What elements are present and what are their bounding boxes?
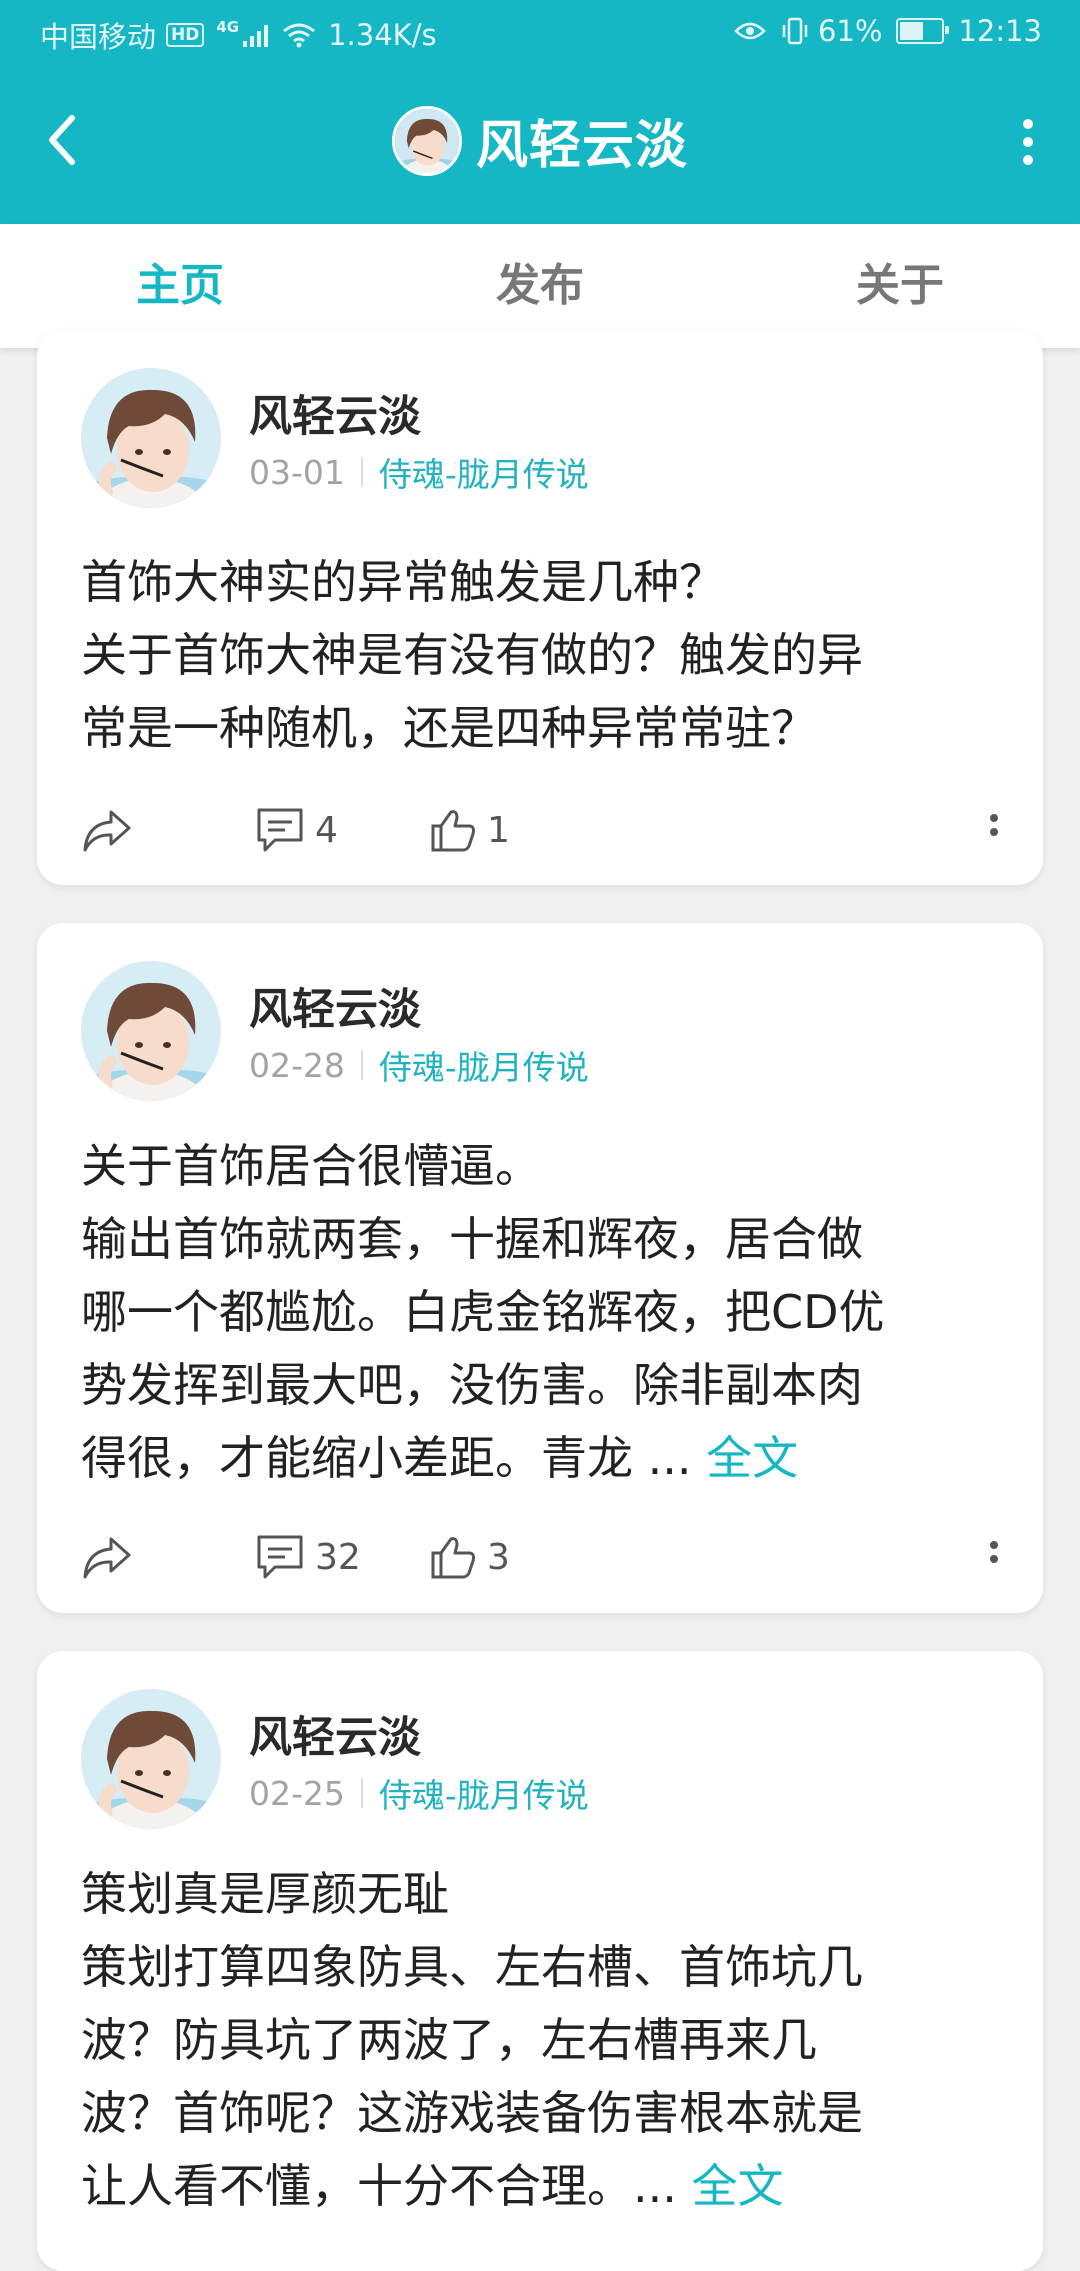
comment-count: 4 (315, 809, 338, 851)
eye-comfort-icon (734, 22, 766, 40)
like-button[interactable]: 3 (429, 1533, 510, 1581)
avatar[interactable] (81, 961, 221, 1101)
post-line: 波？首饰呢？这游戏装备伤害根本就是 (81, 2086, 863, 2140)
post-content[interactable]: 关于首饰居合很懵逼。 输出首饰就两套，十握和辉夜，居合做 哪一个都尴尬。白虎金铭… (81, 1130, 1005, 1495)
divider (360, 1050, 363, 1080)
post-card[interactable]: 风轻云淡 02-25 侍魂-胧月传说 策划真是厚颜无耻 策划打算四象防具、左右槽… (37, 1651, 1043, 2271)
author-name[interactable]: 风轻云淡 (249, 1703, 421, 1765)
post-content[interactable]: 策划真是厚颜无耻 策划打算四象防具、左右槽、首饰坑几 波？防具坑了两波了，左右槽… (81, 1858, 1005, 2223)
post-line: 策划打算四象防具、左右槽、首饰坑几 (81, 1940, 863, 1994)
post-card[interactable]: 风轻云淡 02-28 侍魂-胧月传说 关于首饰居合很懵逼。 输出首饰就两套，十握… (37, 923, 1043, 1613)
comment-count: 32 (315, 1536, 361, 1578)
clock: 12:13 (958, 14, 1042, 48)
post-meta: 02-28 侍魂-胧月传说 (249, 1041, 589, 1089)
thumbs-up-icon (431, 1537, 475, 1579)
post-line-last: 让人看不懂，十分不合理。... 全文 (81, 2150, 1005, 2223)
post-date: 03-01 (249, 452, 345, 492)
header-avatar[interactable] (391, 105, 462, 176)
post-line: 首饰大神实的异常触发是几种？ (81, 555, 725, 609)
post-line-truncated: 让人看不懂，十分不合理。... (81, 2159, 692, 2213)
network-speed: 1.34K/s (328, 18, 437, 52)
game-tag[interactable]: 侍魂-胧月传说 (379, 448, 589, 496)
post-line: 波？防具坑了两波了，左右槽再来几 (81, 2013, 817, 2067)
share-button[interactable] (81, 1533, 133, 1581)
post-line: 关于首饰大神是有没有做的？触发的异 (81, 628, 863, 682)
share-icon (83, 810, 131, 852)
post-line: 势发挥到最大吧，没伤害。除非副本肉 (81, 1358, 863, 1412)
share-button[interactable] (81, 806, 133, 854)
header-title: 风轻云淡 (475, 116, 688, 176)
divider (360, 457, 363, 487)
post-meta: 02-25 侍魂-胧月传说 (249, 1769, 589, 1817)
game-tag[interactable]: 侍魂-胧月传说 (379, 1041, 589, 1089)
like-button[interactable]: 1 (429, 806, 510, 854)
post-content[interactable]: 首饰大神实的异常触发是几种？ 关于首饰大神是有没有做的？触发的异 常是一种随机，… (81, 546, 1005, 765)
read-full-link[interactable]: 全文 (692, 2159, 784, 2213)
status-bar: 中国移动 HD 4G 1.34K/s 61% 12:13 (0, 0, 1080, 64)
hd-badge: HD (166, 23, 205, 47)
header-title-group: 风轻云淡 (0, 103, 1080, 178)
post-line-last: 得很，才能缩小差距。青龙 ... 全文 (81, 1422, 1005, 1495)
comment-icon (257, 808, 303, 852)
author-name[interactable]: 风轻云淡 (249, 382, 421, 444)
post-line: 哪一个都尴尬。白虎金铭辉夜，把CD优 (81, 1285, 885, 1339)
wifi-icon (283, 23, 316, 48)
battery-icon (896, 18, 950, 44)
comment-icon (257, 1535, 303, 1579)
more-vertical-icon[interactable] (1016, 118, 1040, 166)
signal-icon (243, 23, 269, 47)
thumbs-up-icon (431, 810, 475, 852)
post-line: 常是一种随机，还是四种异常常驻？ (81, 701, 817, 755)
comment-button[interactable]: 4 (255, 806, 338, 854)
post-line: 输出首饰就两套，十握和辉夜，居合做 (81, 1212, 863, 1266)
post-line-truncated: 得很，才能缩小差距。青龙 ... (81, 1431, 707, 1485)
vibrate-icon (782, 17, 808, 45)
read-full-link[interactable]: 全文 (706, 1431, 798, 1485)
more-vertical-icon[interactable] (989, 810, 999, 850)
post-actions: 4 1 (37, 800, 1043, 860)
avatar[interactable] (81, 1689, 221, 1829)
app-bar: 中国移动 HD 4G 1.34K/s 61% 12:13 风轻云淡 (0, 0, 1080, 224)
game-tag[interactable]: 侍魂-胧月传说 (379, 1769, 589, 1817)
battery-percent: 61% (817, 14, 883, 48)
divider (360, 1778, 363, 1808)
post-date: 02-25 (249, 1773, 345, 1813)
carrier-label: 中国移动 (40, 20, 157, 54)
post-line: 关于首饰居合很懵逼。 (81, 1139, 541, 1193)
post-meta: 03-01 侍魂-胧月传说 (249, 448, 589, 496)
network-type: 4G (216, 18, 240, 36)
share-icon (83, 1537, 131, 1579)
comment-button[interactable]: 32 (255, 1533, 361, 1581)
avatar[interactable] (81, 368, 221, 508)
author-name[interactable]: 风轻云淡 (249, 975, 421, 1037)
post-card[interactable]: 风轻云淡 03-01 侍魂-胧月传说 首饰大神实的异常触发是几种？ 关于首饰大神… (37, 330, 1043, 885)
like-count: 1 (487, 809, 510, 851)
post-date: 02-28 (249, 1045, 345, 1085)
post-actions: 32 3 (37, 1527, 1043, 1587)
post-line: 策划真是厚颜无耻 (81, 1867, 449, 1921)
more-vertical-icon[interactable] (989, 1537, 999, 1577)
like-count: 3 (487, 1536, 510, 1578)
